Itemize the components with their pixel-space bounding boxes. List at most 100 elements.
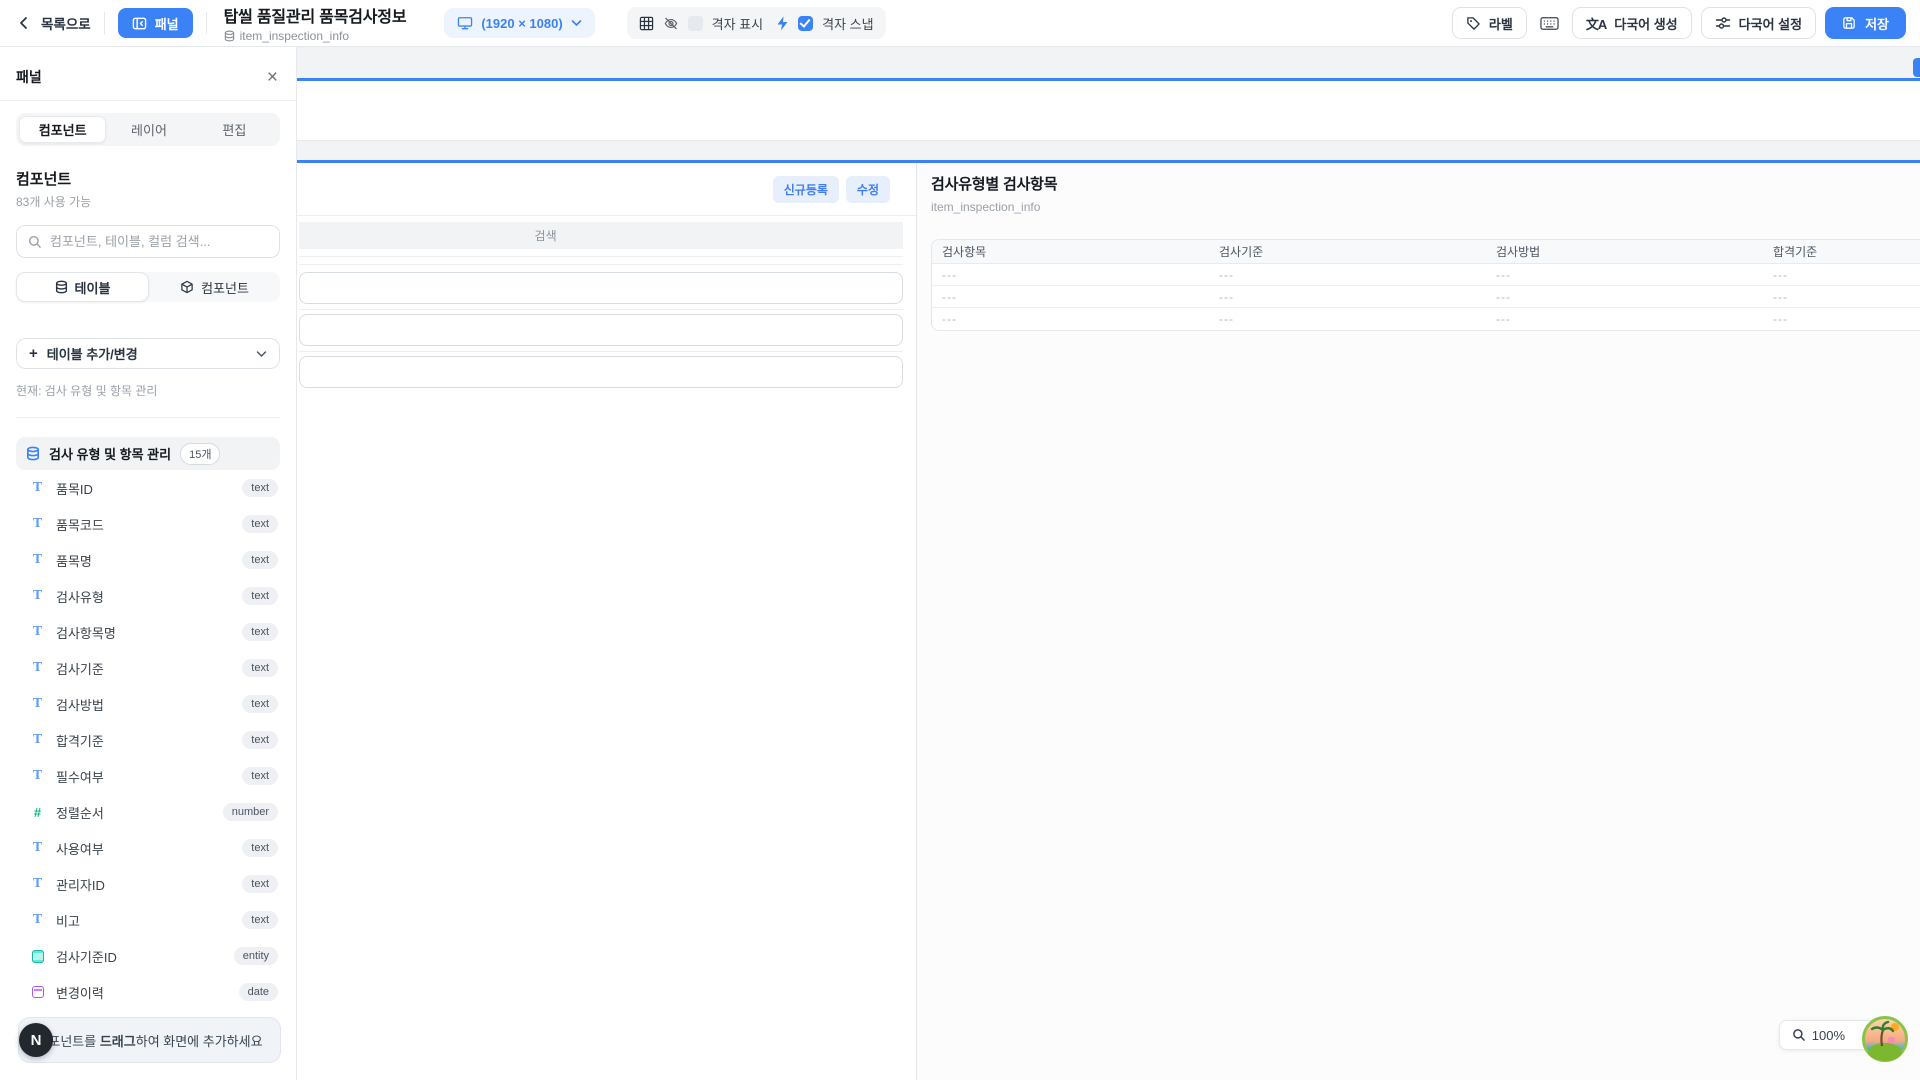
back-to-list-button[interactable]: 목록으로 [16, 13, 91, 33]
resolution-selector[interactable]: (1920 × 1080) [444, 8, 594, 38]
i18n-generate-button[interactable]: 文A 다국어 생성 [1572, 7, 1692, 39]
divider [104, 12, 105, 34]
close-icon[interactable]: × [265, 68, 280, 87]
panel-toggle-button[interactable]: 패널 [118, 8, 193, 38]
mode-component-button[interactable]: 컴포넌트 [149, 272, 280, 302]
label-button[interactable]: 라벨 [1452, 7, 1527, 39]
toolbar-right: 라벨 文A 다국어 생성 다국어 설정 저장 [1452, 7, 1906, 39]
lightning-icon [776, 16, 789, 31]
field-row[interactable]: T검사방법text [16, 686, 280, 722]
field-type-badge: text [242, 659, 278, 677]
field-name: 합격기준 [56, 731, 231, 750]
table-group-header[interactable]: 검사 유형 및 항목 관리 15개 [16, 437, 280, 470]
field-name: 검사항목명 [56, 623, 231, 642]
section-subtitle: item_inspection_info [931, 200, 1920, 214]
divider [299, 256, 903, 257]
table-column-header: 검사기준 [1209, 240, 1486, 264]
text-field-icon: T [30, 768, 45, 784]
field-row[interactable]: 검사기준IDentity [16, 938, 280, 974]
tag-icon [1466, 16, 1481, 31]
brand-fab-button[interactable]: N [19, 1023, 53, 1057]
island-theme-button[interactable] [1862, 1016, 1908, 1062]
field-row[interactable]: T품목명text [16, 542, 280, 578]
label-button-text: 라벨 [1489, 14, 1513, 33]
calendar-icon [30, 986, 45, 998]
panel-mode-switch: 테이블 컴포넌트 [16, 272, 280, 302]
edit-button[interactable]: 수정 [846, 176, 890, 203]
mode-table-label: 테이블 [75, 278, 111, 297]
field-type-badge: text [242, 479, 278, 497]
search-header-bar[interactable]: 검색 [299, 222, 903, 249]
tab-편집[interactable]: 편집 [192, 116, 277, 143]
design-canvas[interactable]: 신규등록 수정 검색 검사유형별 검사항목 item_ [297, 47, 1920, 1080]
save-icon [1842, 16, 1856, 30]
inspection-items-table[interactable]: 검사항목검사기준검사방법합격기준 -----------------------… [931, 239, 1920, 331]
field-row[interactable]: T관리자IDtext [16, 866, 280, 902]
field-type-badge: text [242, 875, 278, 893]
back-label: 목록으로 [41, 13, 91, 33]
field-name: 검사방법 [56, 695, 231, 714]
field-row[interactable]: T합격기준text [16, 722, 280, 758]
divider [206, 12, 207, 34]
field-list: T품목IDtextT품목코드textT품목명textT검사유형textT검사항목… [16, 470, 280, 1010]
field-row[interactable]: 변경이력date [16, 974, 280, 1010]
search-icon [28, 235, 42, 249]
add-change-table-label: 테이블 추가/변경 [47, 344, 247, 363]
field-name: 검사유형 [56, 587, 231, 606]
table-cell: --- [1763, 286, 1920, 308]
i18n-settings-button[interactable]: 다국어 설정 [1701, 7, 1816, 39]
field-row[interactable]: T검사항목명text [16, 614, 280, 650]
field-row[interactable]: T검사유형text [16, 578, 280, 614]
tab-레이어[interactable]: 레이어 [106, 116, 191, 143]
i18n-generate-text: 다국어 생성 [1614, 14, 1677, 33]
panel-left-icon [132, 16, 147, 31]
cube-icon [180, 280, 194, 294]
add-change-table-button[interactable]: + 테이블 추가/변경 [16, 338, 280, 369]
field-row[interactable]: T비고text [16, 902, 280, 938]
grid-show-checkbox[interactable] [688, 16, 703, 31]
table-source-name: item_inspection_info [240, 29, 349, 43]
mode-table-button[interactable]: 테이블 [16, 272, 149, 302]
table-header-row: 검사항목검사기준검사방법합격기준 [932, 240, 1920, 264]
section-title: 검사유형별 검사항목 [931, 173, 1920, 194]
table-cell: --- [1763, 308, 1920, 330]
field-row[interactable]: T품목코드text [16, 506, 280, 542]
save-button[interactable]: 저장 [1825, 7, 1906, 39]
divider [299, 264, 903, 265]
save-button-text: 저장 [1865, 14, 1889, 33]
form-input-placeholder-3[interactable] [299, 356, 903, 388]
field-name: 검사기준ID [56, 947, 223, 966]
table-column-header: 검사방법 [1486, 240, 1763, 264]
grid-snap-checkbox[interactable] [798, 16, 813, 31]
search-form-section[interactable]: 신규등록 수정 검색 [297, 163, 917, 1080]
tab-컴포넌트[interactable]: 컴포넌트 [19, 116, 106, 143]
field-count-badge: 15개 [180, 443, 220, 465]
component-search-input[interactable] [50, 234, 268, 249]
text-field-icon: T [30, 480, 45, 496]
number-icon: # [30, 805, 45, 820]
new-register-button[interactable]: 신규등록 [773, 176, 839, 203]
divider [16, 417, 280, 418]
field-name: 정렬순서 [56, 803, 212, 822]
arrow-left-icon [16, 15, 32, 31]
island-icon [1862, 1016, 1908, 1062]
table-column-header: 검사항목 [932, 240, 1209, 264]
i18n-settings-text: 다국어 설정 [1739, 14, 1802, 33]
form-input-placeholder-2[interactable] [299, 314, 903, 346]
components-heading: 컴포넌트 [16, 168, 280, 189]
resolution-value: (1920 × 1080) [481, 16, 562, 31]
form-input-placeholder-1[interactable] [299, 272, 903, 304]
field-row[interactable]: #정렬순서number [16, 794, 280, 830]
field-row[interactable]: T품목IDtext [16, 470, 280, 506]
table-cell: --- [1209, 286, 1486, 308]
canvas-scrollbar-thumb[interactable] [1913, 58, 1920, 77]
keyboard-shortcuts-button[interactable] [1536, 16, 1563, 31]
inspection-items-section[interactable]: 검사유형별 검사항목 item_inspection_info 검사항목검사기준… [917, 163, 1920, 1080]
field-row[interactable]: T사용여부text [16, 830, 280, 866]
field-type-badge: date [239, 983, 278, 1001]
table-cell: --- [932, 264, 1209, 286]
field-row[interactable]: T필수여부text [16, 758, 280, 794]
field-row[interactable]: T검사기준text [16, 650, 280, 686]
database-icon [224, 30, 235, 42]
empty-canvas-section[interactable] [297, 78, 1920, 141]
